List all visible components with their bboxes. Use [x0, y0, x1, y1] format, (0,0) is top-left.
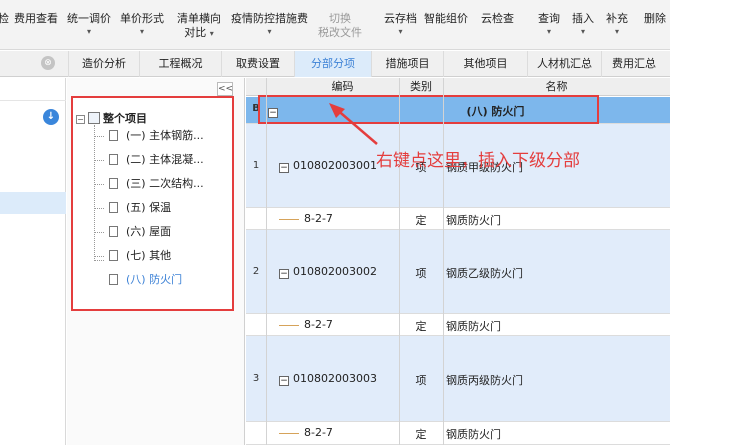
- quota-code[interactable]: 8-2-7: [304, 426, 333, 439]
- column-divider: [399, 78, 400, 445]
- ribbon-delete-button[interactable]: 删除: [644, 12, 666, 26]
- header-code[interactable]: 编码: [266, 78, 419, 96]
- document-icon: [109, 250, 118, 261]
- tab-cost-analysis[interactable]: 造价分析: [68, 51, 139, 77]
- table-row[interactable]: 8-2-7 定 钢质防火门: [246, 208, 670, 230]
- item-category[interactable]: 项: [399, 265, 443, 281]
- ribbon-check-button[interactable]: 检: [0, 12, 9, 26]
- item-name[interactable]: 钢质乙级防火门: [446, 265, 523, 281]
- header-name[interactable]: 名称: [443, 78, 670, 96]
- tree-branch-line: [279, 433, 299, 434]
- item-category[interactable]: 项: [399, 372, 443, 388]
- tab-fee-summary[interactable]: 费用汇总: [601, 51, 670, 77]
- tree-branch-line: [94, 232, 104, 233]
- tree-branch-line: [94, 160, 104, 161]
- tab-strip: ⊗ 造价分析 工程概况 取费设置 分部分项 措施项目 其他项目 人材机汇总 费用…: [0, 51, 670, 77]
- table-row[interactable]: 2 −010802003002 项 钢质乙级防火门: [246, 230, 670, 314]
- tree-branch-line: [94, 136, 104, 137]
- document-icon: [109, 154, 118, 165]
- table-row[interactable]: 3 −010802003003 项 钢质丙级防火门: [246, 336, 670, 422]
- sub-items-grid: 编码 类别 名称 B − (八) 防火门 1 −010802003001 项 钢…: [246, 78, 670, 445]
- tree-branch-line: [94, 184, 104, 185]
- quota-code[interactable]: 8-2-7: [304, 212, 333, 225]
- tree-branch-line: [94, 256, 104, 257]
- document-icon: [109, 130, 118, 141]
- tree-node-secondary-structure[interactable]: (三) 二次结构...: [109, 176, 204, 192]
- item-code[interactable]: −010802003002: [279, 265, 377, 279]
- document-icon: [109, 226, 118, 237]
- annotation-arrow-icon: [329, 103, 378, 145]
- quota-category[interactable]: 定: [399, 212, 443, 228]
- tree-node-main-rebar[interactable]: (一) 主体钢筋...: [109, 128, 204, 144]
- row-number: 1: [252, 160, 260, 171]
- ribbon-query-button[interactable]: 查询 ▾: [538, 12, 560, 38]
- tree-branch-line: [279, 219, 299, 220]
- project-folder-icon: [88, 112, 100, 124]
- tree-branch-line: [94, 208, 104, 209]
- ribbon-epidemic-fee-button[interactable]: 疫情防控措施费 ▾: [231, 12, 308, 38]
- selected-nav-item[interactable]: [0, 192, 66, 214]
- divider: [0, 100, 66, 101]
- ribbon-list-compare-button[interactable]: 清单横向 对比 ▾: [177, 12, 221, 41]
- grid-header: 编码 类别 名称: [246, 78, 670, 96]
- ribbon-smart-pricing-button[interactable]: 智能组价: [424, 12, 468, 26]
- tree-node-roof[interactable]: (六) 屋面: [109, 224, 171, 240]
- row-collapse-icon[interactable]: −: [279, 376, 289, 386]
- ribbon-toolbar: 检 费用查看 统一调价 ▾ 单价形式 ▾ 清单横向 对比 ▾ 疫情防控措施费 ▾ 切换税…: [0, 0, 670, 50]
- table-row[interactable]: 8-2-7 定 钢质防火门: [246, 314, 670, 336]
- tab-other-items[interactable]: 其他项目: [443, 51, 527, 77]
- quota-name[interactable]: 钢质防火门: [446, 426, 501, 442]
- ribbon-supplement-button[interactable]: 补充 ▾: [606, 12, 628, 38]
- tab-sub-items[interactable]: 分部分项: [294, 51, 371, 77]
- item-code[interactable]: −010802003003: [279, 372, 377, 386]
- tab-labor-material-summary[interactable]: 人材机汇总: [527, 51, 601, 77]
- division-tree: − 整个项目 (一) 主体钢筋... (二) 主体混凝... (三) 二次结构.…: [71, 96, 234, 311]
- tree-collapse-icon[interactable]: −: [76, 115, 85, 124]
- tab-measures[interactable]: 措施项目: [371, 51, 443, 77]
- download-icon[interactable]: ↓: [43, 109, 59, 125]
- table-row[interactable]: 8-2-7 定 钢质防火门: [246, 422, 670, 445]
- section-highlight-box: [258, 95, 599, 124]
- quota-category[interactable]: 定: [399, 318, 443, 334]
- tree-branch-line: [94, 260, 104, 261]
- row-collapse-icon[interactable]: −: [279, 269, 289, 279]
- ribbon-cost-view-button[interactable]: 费用查看: [14, 12, 58, 26]
- tree-node-insulation[interactable]: (五) 保温: [109, 200, 171, 216]
- quota-name[interactable]: 钢质防火门: [446, 318, 501, 334]
- collapse-circle-icon[interactable]: ⊗: [41, 56, 55, 70]
- row-collapse-icon[interactable]: −: [279, 163, 289, 173]
- item-name[interactable]: 钢质丙级防火门: [446, 372, 523, 388]
- tree-guide-line: [94, 125, 95, 261]
- tab-project-overview[interactable]: 工程概况: [139, 51, 221, 77]
- left-nav-panel: ↓: [0, 78, 66, 445]
- ribbon-cloud-archive-button[interactable]: 云存档 ▾: [384, 12, 417, 38]
- row-number: 3: [252, 373, 260, 384]
- tree-root-node[interactable]: 整个项目: [88, 111, 147, 127]
- header-category[interactable]: 类别: [399, 78, 443, 96]
- quota-code[interactable]: 8-2-7: [304, 318, 333, 331]
- quota-name[interactable]: 钢质防火门: [446, 212, 501, 228]
- ribbon-unified-adjust-button[interactable]: 统一调价 ▾: [67, 12, 111, 38]
- collapse-panel-button[interactable]: <<: [217, 82, 233, 96]
- row-number: 2: [252, 266, 260, 277]
- annotation-text: 右键点这里，插入下级分部: [376, 151, 580, 171]
- quota-category[interactable]: 定: [399, 426, 443, 442]
- document-icon: [109, 202, 118, 213]
- column-divider: [266, 78, 267, 445]
- column-divider: [443, 78, 444, 445]
- ribbon-cloud-check-button[interactable]: 云检查: [481, 12, 514, 26]
- tree-node-fire-door[interactable]: (八) 防火门: [109, 272, 182, 288]
- ribbon-unit-price-form-button[interactable]: 单价形式 ▾: [120, 12, 164, 38]
- document-icon: [109, 178, 118, 189]
- document-icon: [109, 274, 118, 285]
- ribbon-insert-button[interactable]: 插入 ▾: [572, 12, 594, 38]
- tree-node-other[interactable]: (七) 其他: [109, 248, 171, 264]
- division-tree-panel: << − 整个项目 (一) 主体钢筋... (二) 主体混凝... (三) 二次…: [67, 78, 245, 445]
- item-code[interactable]: −010802003001: [279, 159, 377, 173]
- tab-fee-settings[interactable]: 取费设置: [221, 51, 294, 77]
- ribbon-switch-tax-button[interactable]: 切换 税改文件: [318, 12, 362, 40]
- tree-node-main-concrete[interactable]: (二) 主体混凝...: [109, 152, 204, 168]
- tree-branch-line: [279, 325, 299, 326]
